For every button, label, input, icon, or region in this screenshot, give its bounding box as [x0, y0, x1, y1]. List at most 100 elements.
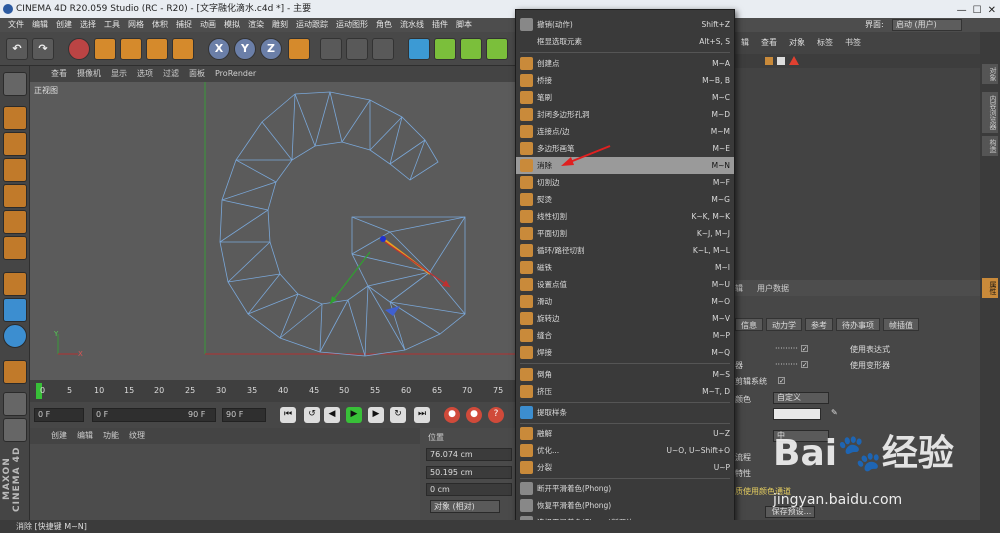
menu-item-close-polygon-hole[interactable]: 封闭多边形孔洞 M~D — [516, 106, 734, 123]
tab-todo[interactable]: 待办事项 — [836, 318, 880, 331]
live-selection-icon[interactable] — [68, 38, 90, 60]
menu-item-connect-points-edges[interactable]: 连接点/边 M~M — [516, 123, 734, 140]
menu-edit[interactable]: 编辑 — [28, 18, 52, 32]
menu-item-set-point-value[interactable]: 设置点值 M~U — [516, 276, 734, 293]
scale-tool-icon[interactable] — [120, 38, 142, 60]
step-forward-key-icon[interactable]: ↻ — [390, 407, 406, 423]
tab-attributes[interactable]: 属性 — [982, 278, 998, 298]
menu-script[interactable]: 脚本 — [452, 18, 476, 32]
front-viewport[interactable]: 正视图 Y X — [30, 82, 515, 380]
om-menu-view[interactable]: 查看 — [755, 36, 783, 50]
auto-keyframe-icon[interactable]: ● — [466, 407, 482, 423]
viewport-menu-prorender[interactable]: ProRender — [210, 66, 261, 82]
checkbox-1[interactable]: ········· ✓ — [775, 344, 808, 353]
menu-item-polygon-pen[interactable]: 多边形画笔 M~E — [516, 140, 734, 157]
material-menu-create[interactable]: 创建 — [46, 428, 72, 444]
undo-button[interactable]: ↶ — [6, 38, 28, 60]
menu-item-weld[interactable]: 焊接 M~Q — [516, 344, 734, 361]
om-menu-objects[interactable]: 对象 — [783, 36, 811, 50]
menu-character[interactable]: 角色 — [372, 18, 396, 32]
menu-item-undo[interactable]: 撤销(动作) Shift+Z — [516, 16, 734, 33]
keyframe-selection-icon[interactable]: ? — [488, 407, 504, 423]
timeline-ruler[interactable]: 0 5 10 15 20 25 30 35 40 45 50 55 60 65 … — [30, 380, 515, 402]
menu-item-magnet[interactable]: 磁铁 M~I — [516, 259, 734, 276]
menu-item-edge-cut[interactable]: 切割边 M~F — [516, 174, 734, 191]
make-editable-icon[interactable] — [3, 72, 27, 96]
play-icon[interactable]: ▶ — [346, 407, 362, 423]
step-back-icon[interactable]: ◀ — [324, 407, 340, 423]
tab-interpolation[interactable]: 帧插值 — [883, 318, 919, 331]
position-x-field[interactable]: 76.074 cm — [426, 448, 512, 461]
menu-item-frame-selected[interactable]: 框显选取元素 Alt+S, S — [516, 33, 734, 50]
points-mode-icon[interactable] — [3, 184, 27, 208]
start-frame-field[interactable]: 0 F — [34, 408, 84, 422]
menu-item-dissolve[interactable]: 消除 M~N — [516, 157, 734, 174]
object-row[interactable] — [735, 54, 980, 68]
step-back-key-icon[interactable]: ↺ — [304, 407, 320, 423]
render-settings-icon[interactable] — [372, 38, 394, 60]
om-menu-edit[interactable]: 辑 — [735, 36, 755, 50]
tweak-mode-icon[interactable] — [3, 298, 27, 322]
viewport-menu-view[interactable]: 查看 — [46, 66, 72, 82]
menu-item-melt[interactable]: 融解 U~Z — [516, 425, 734, 442]
tab-structure[interactable]: 构造 — [982, 136, 998, 156]
y-axis-lock-button[interactable]: Y — [234, 38, 256, 60]
cube-object-icon[interactable] — [408, 38, 430, 60]
render-view-icon[interactable] — [320, 38, 342, 60]
end-frame-field[interactable]: 90 F — [222, 408, 266, 422]
rotate-tool-icon[interactable] — [146, 38, 168, 60]
tab-reference[interactable]: 参考 — [805, 318, 833, 331]
render-picture-viewer-icon[interactable] — [346, 38, 368, 60]
menu-plugins[interactable]: 插件 — [428, 18, 452, 32]
menu-render[interactable]: 渲染 — [244, 18, 268, 32]
workplane-icon[interactable] — [3, 158, 27, 182]
redo-button[interactable]: ↷ — [32, 38, 54, 60]
menu-item-split[interactable]: 分裂 U~P — [516, 459, 734, 476]
menu-animate[interactable]: 动画 — [196, 18, 220, 32]
texture-mode-icon[interactable] — [3, 132, 27, 156]
material-list-area[interactable] — [30, 444, 420, 520]
x-axis-lock-button[interactable]: X — [208, 38, 230, 60]
menu-item-optimize[interactable]: 优化... U~O, U~Shift+O — [516, 442, 734, 459]
model-mode-icon[interactable] — [3, 106, 27, 130]
workplane-lock-icon[interactable] — [3, 392, 27, 416]
menu-select[interactable]: 选择 — [76, 18, 100, 32]
menu-file[interactable]: 文件 — [4, 18, 28, 32]
step-forward-icon[interactable]: ▶ — [368, 407, 384, 423]
menu-item-break-phong[interactable]: 断开平滑着色(Phong) — [516, 480, 734, 497]
menu-item-spin-edge[interactable]: 旋转边 M~V — [516, 310, 734, 327]
edges-mode-icon[interactable] — [3, 210, 27, 234]
material-menu-texture[interactable]: 纹理 — [124, 428, 150, 444]
viewport-menu-panel[interactable]: 面板 — [184, 66, 210, 82]
menu-item-extract-spline[interactable]: 提取样条 — [516, 404, 734, 421]
go-to-start-icon[interactable]: ⏮ — [280, 407, 296, 423]
go-to-end-icon[interactable]: ⏭ — [414, 407, 430, 423]
menu-volume[interactable]: 体积 — [148, 18, 172, 32]
record-keys-icon[interactable]: ● — [444, 407, 460, 423]
eyedropper-icon[interactable]: ✎ — [831, 408, 838, 417]
menu-item-bridge[interactable]: 桥接 M~B, B — [516, 72, 734, 89]
pen-spline-icon[interactable] — [434, 38, 456, 60]
menu-item-loop-path-cut[interactable]: 循环/路径切割 K~L, M~L — [516, 242, 734, 259]
menu-mesh[interactable]: 网格 — [124, 18, 148, 32]
menu-item-stitch[interactable]: 缝合 M~P — [516, 327, 734, 344]
array-object-icon[interactable] — [486, 38, 508, 60]
interface-dropdown[interactable]: 启动 (用户) — [892, 19, 962, 31]
subdivision-surface-icon[interactable] — [460, 38, 482, 60]
menu-item-bevel[interactable]: 倒角 M~S — [516, 366, 734, 383]
am-menu-edit[interactable]: 辑 — [735, 283, 743, 294]
material-menu-edit[interactable]: 编辑 — [72, 428, 98, 444]
material-menu-function[interactable]: 功能 — [98, 428, 124, 444]
checkbox-3[interactable]: ✓ — [775, 376, 785, 385]
menu-item-line-cut[interactable]: 线性切割 K~K, M~K — [516, 208, 734, 225]
tab-content-browser[interactable]: 内容浏览器 — [982, 92, 998, 133]
tab-dynamics[interactable]: 动力学 — [766, 318, 802, 331]
coordinate-mode-dropdown[interactable]: 对象 (相对) — [430, 500, 500, 513]
z-axis-lock-button[interactable]: Z — [260, 38, 282, 60]
menu-item-extrude[interactable]: 挤压 M~T, D — [516, 383, 734, 400]
recent-tool-icon[interactable] — [172, 38, 194, 60]
menu-motion-tracking[interactable]: 运动跟踪 — [292, 18, 332, 32]
menu-item-plane-cut[interactable]: 平面切割 K~J, M~J — [516, 225, 734, 242]
viewport-menu-options[interactable]: 选项 — [132, 66, 158, 82]
menu-snap[interactable]: 捕捉 — [172, 18, 196, 32]
